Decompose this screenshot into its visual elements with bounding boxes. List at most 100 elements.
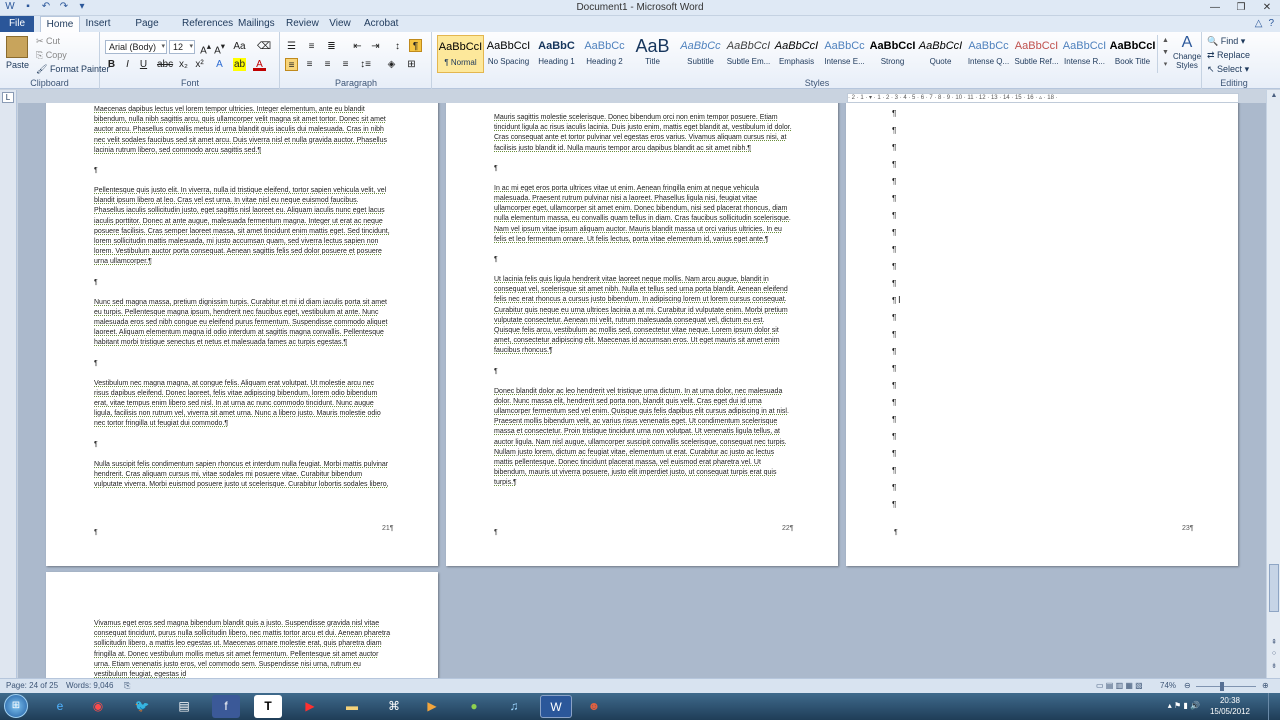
style-tile[interactable]: AaBbCc Intense E... — [821, 35, 868, 73]
empty-paragraph[interactable]: ¶ — [892, 496, 896, 513]
word-taskbar-icon[interactable]: W — [540, 695, 572, 718]
show-formatting-marks-icon[interactable]: ¶ — [409, 39, 422, 52]
shading-icon[interactable]: ◈ — [385, 58, 398, 71]
format-painter-button[interactable]: 🖌 Format Painter — [36, 64, 109, 75]
close-button[interactable]: ✕ — [1258, 1, 1276, 14]
page-22[interactable]: Mauris sagittis molestie scelerisque. Do… — [446, 103, 838, 566]
tab-view[interactable]: View — [328, 16, 352, 32]
paste-icon[interactable] — [6, 36, 28, 58]
style-tile[interactable]: AaBbCcI Emphasis — [773, 35, 820, 73]
decrease-indent-icon[interactable]: ⇤ — [351, 40, 364, 53]
horizontal-ruler[interactable]: · 2 · 1 · ▾ · 1 · 2 · 3 · 4 · 5 · 6 · 7 … — [847, 93, 1239, 103]
start-button[interactable]: ⊞ — [4, 694, 28, 718]
paragraph[interactable]: Vestibulum nec magna magna, at congue fe… — [94, 379, 390, 430]
word-count-status[interactable]: Words: 9,046 — [66, 681, 113, 690]
zoom-slider[interactable] — [1196, 686, 1256, 687]
align-right-icon[interactable]: ≡ — [321, 58, 334, 71]
media-player-icon[interactable]: ▶ — [418, 695, 446, 718]
grow-font-icon[interactable]: A▴ — [199, 40, 212, 56]
page-count-status[interactable]: Page: 24 of 25 — [6, 681, 58, 690]
select-button[interactable]: ↖ Select ▾ — [1207, 64, 1249, 75]
empty-paragraph[interactable]: ¶ — [892, 411, 896, 428]
empty-paragraph[interactable]: ¶ — [892, 156, 896, 173]
tab-review[interactable]: Review — [286, 16, 319, 32]
paragraph[interactable]: Pellentesque quis justo elit. In viverra… — [94, 186, 390, 268]
page-23-body[interactable]: ¶ ¶ ¶ ¶ ¶ ¶ ¶ ¶ ¶ ¶ ¶ ¶ ¶ ¶ ¶ ¶ ¶ ¶ ¶ ¶ ¶ ¶ ¶ ¶ — [892, 105, 896, 513]
line-spacing-icon[interactable]: ↕≡ — [359, 58, 372, 71]
style-tile[interactable]: AaBbCc Heading 2 — [581, 35, 628, 73]
paragraph[interactable]: Vivamus eget eros sed magna bibendum bla… — [94, 619, 392, 678]
paragraph[interactable]: In ac mi eget eros porta ultrices vitae … — [494, 184, 792, 245]
empty-paragraph[interactable]: ¶ — [494, 164, 792, 174]
subscript-icon[interactable]: x₂ — [177, 58, 190, 71]
tab-page-layout[interactable]: Page Layout — [122, 16, 172, 45]
empty-paragraph[interactable]: ¶ — [94, 359, 390, 369]
find-button[interactable]: 🔍 Find ▾ — [1207, 36, 1245, 47]
paragraph[interactable]: Nunc sed magna massa, pretium dignissim … — [94, 298, 390, 349]
highlight-icon[interactable]: ab — [233, 58, 246, 71]
tab-mailings[interactable]: Mailings — [238, 16, 275, 32]
tab-home[interactable]: Home — [40, 16, 80, 33]
empty-paragraph[interactable]: ¶ — [892, 343, 896, 360]
empty-paragraph[interactable]: ¶ — [94, 166, 390, 176]
empty-paragraph[interactable]: ¶ — [892, 241, 896, 258]
page-23[interactable]: ¶ ¶ ¶ ¶ ¶ ¶ ¶ ¶ ¶ ¶ ¶ ¶ ¶ ¶ ¶ ¶ ¶ ¶ ¶ ¶ ¶ ¶ ¶ ¶ I 23¶ ¶ — [846, 103, 1238, 566]
shrink-font-icon[interactable]: A▾ — [213, 40, 226, 56]
empty-paragraph[interactable]: ¶ — [892, 326, 896, 343]
empty-paragraph[interactable]: ¶ — [892, 122, 896, 139]
zoom-slider-thumb[interactable] — [1220, 682, 1224, 691]
style-tile[interactable]: AaBbCcI No Spacing — [485, 35, 532, 73]
tab-acrobat[interactable]: Acrobat — [364, 16, 398, 32]
style-tile[interactable]: AaB Title — [629, 35, 676, 73]
scrollbar-thumb[interactable] — [1269, 564, 1279, 612]
scroll-up-icon[interactable]: ▲ — [1269, 92, 1279, 102]
style-tile[interactable]: AaBbCc Subtitle — [677, 35, 724, 73]
zoom-out-icon[interactable]: ⊖ — [1184, 681, 1191, 690]
italic-icon[interactable]: I — [121, 58, 134, 71]
align-center-icon[interactable]: ≡ — [303, 58, 316, 71]
network-icon[interactable]: ⌘ — [380, 695, 408, 718]
font-color-icon[interactable]: A — [253, 58, 266, 71]
empty-paragraph[interactable]: ¶ — [892, 394, 896, 411]
paragraph[interactable]: Maecenas dapibus lectus vel lorem tempor… — [94, 105, 390, 156]
user-icon[interactable]: ☻ — [580, 695, 608, 718]
view-buttons[interactable]: ▭ ▤ ▥ ▦ ▧ — [1096, 681, 1143, 690]
style-tile[interactable]: AaBbCcI Subtle Ref... — [1013, 35, 1060, 73]
tab-selector[interactable]: L — [2, 92, 14, 103]
paragraph[interactable]: Mauris sagittis molestie scelerisque. Do… — [494, 113, 792, 154]
page-21[interactable]: Maecenas dapibus lectus vel lorem tempor… — [46, 103, 438, 566]
empty-paragraph[interactable]: ¶ — [892, 139, 896, 156]
empty-paragraph[interactable]: ¶ — [892, 190, 896, 207]
text-editor-icon[interactable]: T — [254, 695, 282, 718]
empty-paragraph[interactable]: ¶ — [494, 367, 792, 377]
show-desktop-button[interactable] — [1268, 693, 1280, 720]
style-tile[interactable]: AaBbCcI Quote — [917, 35, 964, 73]
empty-paragraph[interactable]: ¶ — [94, 440, 390, 450]
page-24[interactable]: Vivamus eget eros sed magna bibendum bla… — [46, 572, 438, 678]
empty-paragraph[interactable]: ¶ — [892, 479, 896, 496]
page-24-body[interactable]: Vivamus eget eros sed magna bibendum bla… — [94, 619, 392, 678]
minimize-button[interactable]: — — [1206, 1, 1224, 14]
empty-paragraph[interactable]: ¶ — [892, 445, 896, 462]
empty-paragraph[interactable]: ¶ — [892, 292, 896, 309]
tab-insert[interactable]: Insert — [84, 16, 112, 32]
youtube-icon[interactable]: ▶ — [296, 695, 324, 718]
style-tile[interactable]: AaBbC Heading 1 — [533, 35, 580, 73]
replace-button[interactable]: ⇄ Replace — [1207, 50, 1250, 61]
increase-indent-icon[interactable]: ⇥ — [369, 40, 382, 53]
help-icon[interactable]: ? — [1268, 18, 1274, 29]
empty-paragraph[interactable]: ¶ — [94, 278, 390, 288]
text-effects-icon[interactable]: A — [213, 58, 226, 71]
style-tile[interactable]: AaBbCc Intense Q... — [965, 35, 1012, 73]
maximize-button[interactable]: ❐ — [1232, 1, 1250, 14]
previous-page-icon[interactable]: ⇞ — [1269, 638, 1279, 648]
zoom-in-icon[interactable]: ⊕ — [1262, 681, 1269, 690]
empty-paragraph[interactable]: ¶ — [892, 224, 896, 241]
underline-icon[interactable]: U — [137, 58, 150, 71]
style-tile[interactable]: AaBbCcI Intense R... — [1061, 35, 1108, 73]
proofing-icon[interactable]: ⎘ — [124, 681, 130, 691]
page-21-body[interactable]: Maecenas dapibus lectus vel lorem tempor… — [94, 105, 390, 501]
style-tile[interactable]: AaBbCcI Subtle Em... — [725, 35, 772, 73]
justify-icon[interactable]: ≡ — [339, 58, 352, 71]
change-styles-button[interactable]: A Change Styles — [1173, 34, 1201, 70]
